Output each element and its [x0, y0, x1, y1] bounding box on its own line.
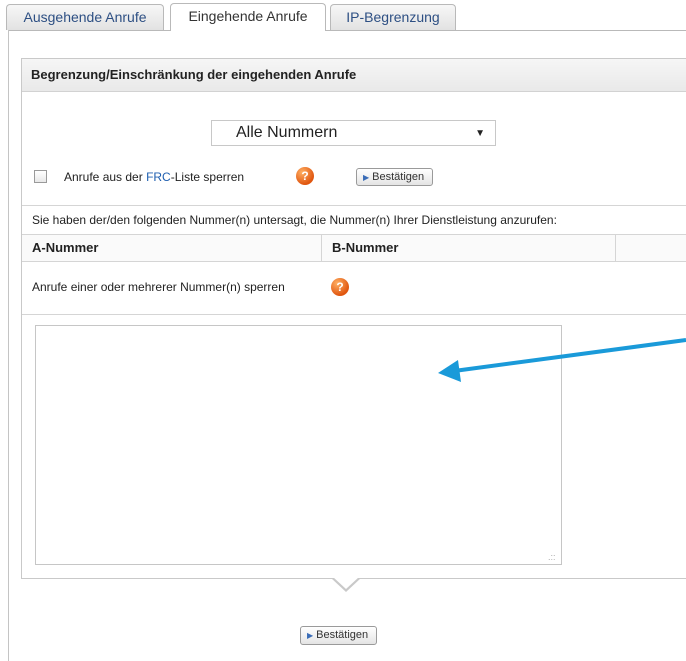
number-filter-value: Alle Nummern	[236, 124, 338, 141]
block-numbers-textarea[interactable]	[35, 325, 562, 565]
tab-bar: Ausgehende Anrufe Eingehende Anrufe IP-B…	[0, 0, 686, 32]
confirm-frc-button[interactable]: ▶ Bestätigen	[356, 168, 434, 186]
blocked-numbers-table-header: A-Nummer B-Nummer	[22, 235, 686, 262]
chevron-down-icon: ▼	[475, 128, 485, 139]
tab-ausgehende-anrufe[interactable]: Ausgehende Anrufe	[6, 4, 164, 30]
tab-baseline	[8, 30, 686, 31]
frc-block-row: Anrufe aus der FRC-Liste sperren ? ▶ Best…	[34, 167, 634, 189]
frc-block-checkbox[interactable]	[34, 170, 47, 183]
confirm-button[interactable]: ▶ Bestätigen	[300, 626, 378, 645]
column-a-nummer: A-Nummer	[22, 235, 322, 261]
block-numbers-row: Anrufe einer oder mehrerer Nummer(n) spe…	[22, 262, 686, 315]
column-b-nummer: B-Nummer	[322, 235, 616, 261]
frc-link[interactable]: FRC	[146, 170, 171, 184]
number-filter-select[interactable]: Alle Nummern ▼	[211, 120, 496, 146]
tab-eingehende-anrufe[interactable]: Eingehende Anrufe	[170, 3, 326, 31]
help-icon[interactable]: ?	[331, 278, 349, 296]
resize-grip-icon[interactable]: .::	[548, 552, 556, 562]
incoming-calls-panel: Begrenzung/Einschränkung der eingehenden…	[21, 58, 686, 579]
panel-pointer-notch-fill	[333, 577, 359, 589]
play-arrow-icon: ▶	[307, 631, 314, 640]
blocked-numbers-notice: Sie haben der/den folgenden Nummer(n) un…	[22, 205, 686, 235]
panel-title: Begrenzung/Einschränkung der eingehenden…	[22, 59, 686, 92]
play-arrow-icon: ▶	[363, 173, 370, 182]
help-icon[interactable]: ?	[296, 167, 314, 185]
frc-block-label: Anrufe aus der FRC-Liste sperren	[64, 170, 245, 184]
tab-ip-begrenzung[interactable]: IP-Begrenzung	[330, 4, 456, 30]
block-numbers-label: Anrufe einer oder mehrerer Nummer(n) spe…	[32, 280, 285, 294]
column-actions	[616, 235, 686, 261]
content-left-border	[8, 30, 9, 661]
